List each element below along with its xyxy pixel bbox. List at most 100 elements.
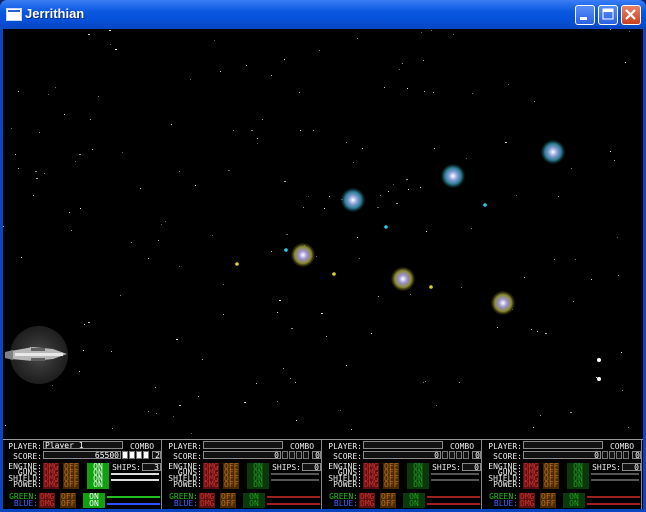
star xyxy=(357,237,358,238)
star xyxy=(223,314,224,315)
on-indicator: ON xyxy=(407,481,429,489)
star xyxy=(591,279,592,280)
star xyxy=(75,161,76,162)
star xyxy=(158,240,159,241)
star xyxy=(359,258,360,259)
weapon-bar-green xyxy=(587,496,640,498)
enemy-bullet xyxy=(483,203,487,207)
star xyxy=(420,187,421,188)
star xyxy=(423,382,424,383)
star xyxy=(244,402,246,403)
status-label-power: POWER: xyxy=(493,480,522,489)
star xyxy=(79,371,80,372)
combo-segment xyxy=(456,451,462,459)
star xyxy=(220,71,221,72)
star xyxy=(461,287,462,288)
star xyxy=(109,30,111,31)
star xyxy=(434,148,435,149)
on-indicator: ON xyxy=(247,481,269,489)
star xyxy=(36,178,38,179)
player-bullet xyxy=(597,377,601,381)
star xyxy=(319,50,320,51)
game-window: Jerrithian PLAYER: Player 1 COMBO SCORE:… xyxy=(0,0,646,512)
star xyxy=(299,92,300,93)
star xyxy=(84,324,85,325)
star xyxy=(120,295,121,296)
star xyxy=(554,259,555,260)
on-indicator: ON xyxy=(243,500,265,508)
enemy-bullet xyxy=(384,225,388,229)
star xyxy=(377,207,379,208)
combo-segment xyxy=(449,451,455,459)
star xyxy=(573,301,574,302)
star xyxy=(625,62,626,63)
player-name-field xyxy=(203,441,283,449)
star xyxy=(246,65,247,66)
star xyxy=(148,411,149,412)
player-label: PLAYER: xyxy=(488,442,522,451)
star xyxy=(505,142,507,143)
star xyxy=(64,114,65,115)
star xyxy=(324,208,325,209)
score-label: SCORE: xyxy=(493,452,522,461)
enemy-bullet xyxy=(284,248,288,252)
power-bar xyxy=(591,479,639,481)
game-viewport[interactable]: PLAYER: Player 1 COMBO SCORE: 65500 2 ENGINE: D… xyxy=(3,29,643,509)
star xyxy=(425,381,426,382)
star xyxy=(161,224,162,225)
ships-count: 3 xyxy=(142,463,161,471)
enemy-orb-yellow xyxy=(291,243,315,267)
combo-segment xyxy=(609,451,615,459)
maximize-button[interactable] xyxy=(598,5,618,25)
star xyxy=(614,160,615,161)
star xyxy=(179,171,180,172)
off-indicator: OFF xyxy=(63,480,80,489)
star xyxy=(426,231,427,232)
star xyxy=(271,75,272,76)
enemy-orb-blue xyxy=(441,164,465,188)
star xyxy=(173,416,174,417)
on-indicator: ON xyxy=(403,500,425,508)
dmg-indicator: DMG xyxy=(203,480,220,489)
star xyxy=(256,383,257,384)
score-value: 0 xyxy=(363,451,441,459)
weapon-bar-green xyxy=(427,496,480,498)
combo-meter xyxy=(602,451,632,459)
starfield xyxy=(3,29,630,434)
combo-segment xyxy=(143,451,149,459)
enemy-orb-blue xyxy=(541,140,565,164)
dmg-indicator: DMG xyxy=(523,480,540,489)
star xyxy=(340,410,341,411)
player-panel: PLAYER: COMBO SCORE: 0 0 ENGINE: DMG OFF ON GUNS:… xyxy=(483,440,642,509)
combo-segment xyxy=(296,451,302,459)
weapon-bar-green xyxy=(267,496,320,498)
combo-label: COMBO xyxy=(449,442,475,451)
minimize-button[interactable] xyxy=(575,5,595,25)
star xyxy=(179,266,180,267)
dmg-indicator: DMG xyxy=(359,499,376,508)
star xyxy=(156,413,157,414)
star xyxy=(346,142,347,143)
star xyxy=(140,188,141,189)
weapon-bar-blue xyxy=(267,503,320,505)
off-indicator: OFF xyxy=(380,499,397,508)
player-name-field xyxy=(363,441,443,449)
combo-count: 0 xyxy=(472,451,481,459)
star xyxy=(433,92,434,93)
combo-segment xyxy=(303,451,309,459)
star xyxy=(303,207,304,208)
weapon-bar-blue xyxy=(427,503,480,505)
star xyxy=(296,420,297,421)
star xyxy=(618,275,619,276)
star xyxy=(533,427,534,428)
star xyxy=(179,405,181,406)
star xyxy=(596,377,597,378)
window-app-icon[interactable] xyxy=(6,8,22,21)
star xyxy=(69,212,70,213)
star xyxy=(165,221,166,222)
star xyxy=(131,242,132,243)
off-indicator: OFF xyxy=(60,499,77,508)
star xyxy=(286,234,288,235)
title-bar[interactable]: Jerrithian xyxy=(0,0,646,29)
close-button[interactable] xyxy=(621,5,641,25)
